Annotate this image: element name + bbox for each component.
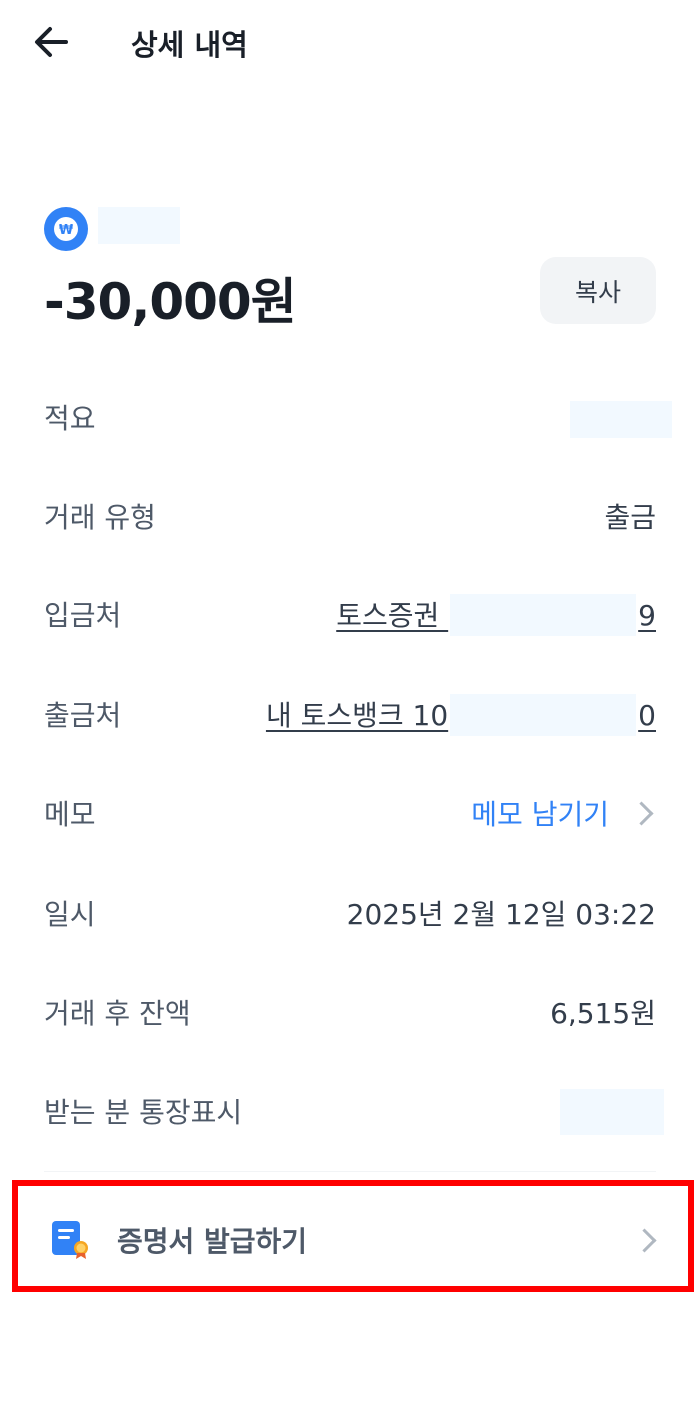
issue-certificate-label: 증명서 발급하기 xyxy=(117,1225,308,1258)
copy-button[interactable]: 복사 xyxy=(540,257,656,324)
won-coin-glyph: ₩ xyxy=(59,223,74,238)
detail-row-transaction-type: 거래 유형 출금 xyxy=(44,486,656,546)
detail-value: 2025년 2월 12일 03:22 xyxy=(346,898,656,931)
detail-label: 거래 유형 xyxy=(44,501,156,534)
transaction-amount: -30,000원 xyxy=(44,273,297,331)
won-coin-icon: ₩ xyxy=(44,207,88,251)
issue-certificate-button[interactable] xyxy=(0,1180,700,1290)
detail-label: 입금처 xyxy=(44,599,122,632)
deposit-account-redacted xyxy=(450,594,636,636)
withdraw-account-redacted xyxy=(450,694,636,736)
deposit-account-prefix: 토스증권 xyxy=(336,599,449,632)
back-button[interactable] xyxy=(30,20,74,64)
detail-row-memo-summary: 적요 xyxy=(44,387,656,447)
summary-value-redacted xyxy=(570,401,672,438)
detail-value: 6,515원 xyxy=(550,997,656,1030)
detail-label: 받는 분 통장표시 xyxy=(44,1096,243,1129)
app-header: 상세 내역 xyxy=(0,0,700,84)
account-name-redacted xyxy=(98,207,180,244)
detail-label: 거래 후 잔액 xyxy=(44,997,191,1030)
detail-label: 메모 xyxy=(44,798,96,831)
detail-label: 적요 xyxy=(44,402,96,435)
deposit-account-suffix: 9 xyxy=(638,599,656,632)
detail-label: 출금처 xyxy=(44,699,122,732)
withdraw-account-suffix: 0 xyxy=(638,699,656,732)
detail-value: 출금 xyxy=(604,501,656,534)
detail-row-memo: 메모 메모 남기기 xyxy=(44,783,656,843)
detail-row-datetime: 일시 2025년 2월 12일 03:22 xyxy=(44,883,656,943)
divider xyxy=(44,1171,656,1172)
leave-memo-label: 메모 남기기 xyxy=(471,798,609,831)
document-certificate-icon xyxy=(52,1221,88,1259)
detail-row-balance-after: 거래 후 잔액 6,515원 xyxy=(44,982,656,1042)
page-title: 상세 내역 xyxy=(131,28,248,62)
detail-label: 일시 xyxy=(44,898,96,931)
recipient-display-redacted xyxy=(560,1089,664,1135)
arrow-left-icon xyxy=(35,27,68,57)
withdraw-account-prefix: 내 토스뱅크 10 xyxy=(265,699,449,732)
leave-memo-link[interactable]: 메모 남기기 xyxy=(471,793,656,833)
chevron-right-icon xyxy=(629,800,654,826)
